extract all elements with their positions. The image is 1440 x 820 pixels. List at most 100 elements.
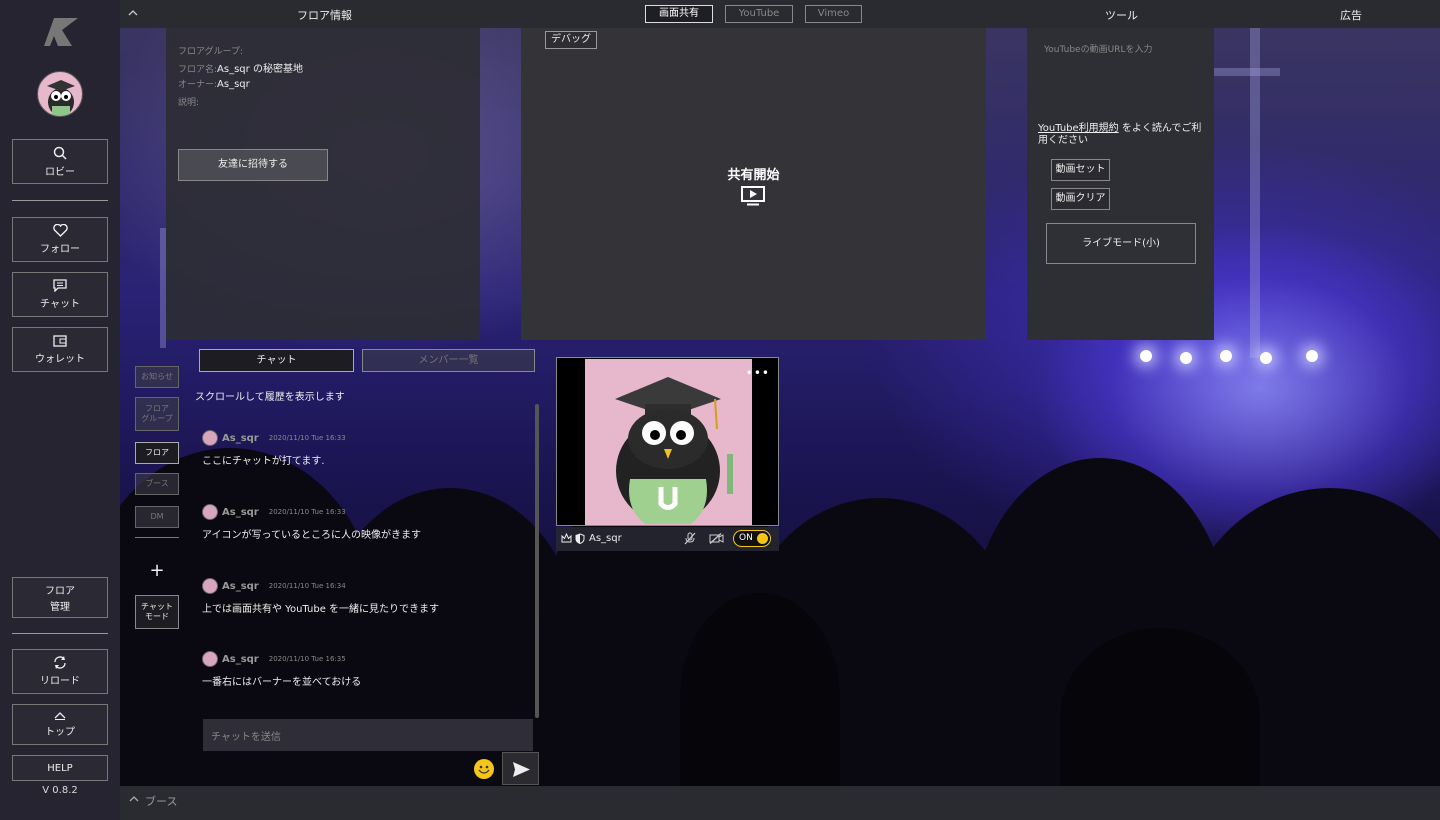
lobby-button[interactable]: ロビー [12, 139, 108, 184]
divider [12, 200, 108, 201]
chat-input[interactable]: チャットを送信 [203, 719, 533, 751]
live-mode-button[interactable]: ライブモード(小) [1046, 223, 1196, 264]
floor-nav[interactable]: フロア [135, 442, 179, 464]
screen-share-icon[interactable] [741, 186, 765, 206]
message-time: 2020/11/10 Tue 16:33 [268, 434, 346, 442]
video-clear-button[interactable]: 動画クリア [1051, 188, 1110, 210]
chat-message: As_sqr 2020/11/10 Tue 16:33 ここにチャットが打てます. [202, 430, 532, 467]
wallet-button[interactable]: ウォレット [12, 327, 108, 372]
message-user: As_sqr [222, 653, 259, 665]
user-avatar[interactable] [37, 71, 83, 117]
owner-label: オーナー: [178, 80, 218, 90]
chevron-up-icon[interactable] [128, 6, 140, 20]
screen-share-panel: デバッグ 共有開始 [521, 28, 986, 340]
send-icon [513, 762, 530, 777]
tab-vimeo[interactable]: Vimeo [805, 5, 862, 23]
version-label: V 0.8.2 [42, 785, 78, 796]
booth-bar-label[interactable]: ブース [145, 793, 177, 809]
notice-nav[interactable]: お知らせ [135, 366, 179, 388]
owner-value: As_sqr [217, 79, 250, 90]
floor-info-title: フロア情報 [297, 9, 352, 22]
chevron-up-icon[interactable] [129, 795, 139, 803]
avatar [202, 430, 218, 446]
booth-nav[interactable]: ブース [135, 473, 179, 495]
message-text: ここにチャットが打てます. [202, 456, 325, 467]
description-row: 説明: [178, 95, 199, 108]
avatar [202, 651, 218, 667]
help-label: HELP [47, 762, 73, 774]
floor-name-label: フロア名: [178, 65, 218, 75]
user-avatar-image [585, 359, 752, 525]
ad-title: 広告 [1340, 9, 1362, 22]
message-time: 2020/11/10 Tue 16:33 [268, 508, 346, 516]
tab-screen-share[interactable]: 画面共有 [645, 5, 713, 23]
chevron-up-icon [54, 711, 66, 720]
lobby-label: ロビー [45, 166, 75, 178]
reload-label: リロード [40, 676, 80, 687]
wallet-icon [53, 334, 67, 347]
floor-name-row: フロア名:As_sqr の秘密基地 [178, 60, 303, 75]
chat-message: As_sqr 2020/11/10 Tue 16:33 アイコンが写っているところ… [202, 504, 532, 541]
camera-off-icon[interactable] [709, 533, 724, 544]
heart-icon [52, 224, 68, 237]
help-button[interactable]: HELP [12, 755, 108, 781]
mic-off-icon[interactable] [684, 532, 696, 545]
floor-group-nav-label-1: フロア [145, 404, 169, 413]
avatar [202, 578, 218, 594]
wallet-label: ウォレット [35, 353, 85, 365]
crown-icon [561, 533, 572, 543]
chat-scrollbar[interactable] [535, 404, 539, 718]
video-frame: ••• [556, 357, 779, 526]
message-text: アイコンが写っているところに人の映像がきます [202, 530, 421, 541]
chat-label: チャット [40, 299, 80, 310]
emoji-icon[interactable] [474, 759, 494, 779]
add-room-button[interactable]: + [135, 560, 179, 582]
chat-mode-button[interactable]: チャット モード [135, 595, 179, 629]
youtube-tool-panel: YouTubeの動画URLを入力 YouTube利用規約 をよく読んでご利用くだ… [1027, 28, 1214, 340]
floor-info-panel: フロアグループ: フロア名:As_sqr の秘密基地 オーナー:As_sqr 説… [166, 28, 480, 340]
bottom-bar: ブース [120, 786, 1440, 820]
nav-divider [135, 537, 179, 538]
video-control-bar: As_sqr ON [556, 527, 779, 551]
message-time: 2020/11/10 Tue 16:35 [268, 655, 346, 663]
youtube-url-input[interactable]: YouTubeの動画URLを入力 [1044, 42, 1204, 55]
chat-panel: チャット メンバー一覧 スクロールして履歴を表示します As_sqr 2020/1… [195, 342, 540, 786]
avatar [202, 504, 218, 520]
reload-icon [54, 656, 66, 669]
youtube-terms-link[interactable]: YouTube利用規約 [1038, 123, 1119, 134]
chat-mode-label-1: チャット [141, 602, 173, 611]
floor-group-row: フロアグループ: [178, 44, 243, 57]
owner-row: オーナー:As_sqr [178, 77, 250, 90]
reload-button[interactable]: リロード [12, 649, 108, 694]
video-on-toggle[interactable]: ON [733, 530, 771, 547]
chat-mode-label-2: モード [145, 612, 169, 621]
tab-members[interactable]: メンバー一覧 [362, 349, 535, 372]
send-button[interactable] [502, 752, 539, 785]
tab-chat[interactable]: チャット [199, 349, 354, 372]
floor-manage-label-2: 管理 [50, 602, 70, 613]
top-bar: フロア情報 画面共有 YouTube Vimeo ツール 広告 [120, 0, 1440, 28]
floor-group-nav[interactable]: フロア グループ [135, 397, 179, 431]
top-button[interactable]: トップ [12, 704, 108, 745]
description-label: 説明: [178, 98, 200, 108]
app-logo-icon[interactable] [44, 16, 78, 46]
chat-button[interactable]: チャット [12, 272, 108, 317]
share-start-label[interactable]: 共有開始 [521, 164, 986, 183]
more-options-icon[interactable]: ••• [746, 366, 770, 380]
follow-label: フォロー [40, 244, 80, 255]
dm-nav[interactable]: DM [135, 506, 179, 528]
chat-message: As_sqr 2020/11/10 Tue 16:35 一番右にはバーナーを並べて… [202, 651, 532, 688]
floor-manage-label-1: フロア [45, 586, 75, 597]
search-icon [53, 146, 67, 160]
left-sidebar: ロビー フォロー チャット ウォレット フロア 管理 リロード トップ HELP… [0, 0, 120, 820]
tab-youtube[interactable]: YouTube [725, 5, 793, 23]
floor-group-label: フロアグループ: [178, 47, 244, 57]
debug-button[interactable]: デバッグ [545, 31, 597, 49]
invite-friends-button[interactable]: 友達に招待する [178, 149, 328, 181]
message-user: As_sqr [222, 432, 259, 444]
scroll-history-hint: スクロールして履歴を表示します [195, 392, 345, 403]
video-set-button[interactable]: 動画セット [1051, 159, 1110, 181]
chat-icon [53, 279, 67, 292]
floor-manage-button[interactable]: フロア 管理 [12, 577, 108, 618]
follow-button[interactable]: フォロー [12, 217, 108, 262]
